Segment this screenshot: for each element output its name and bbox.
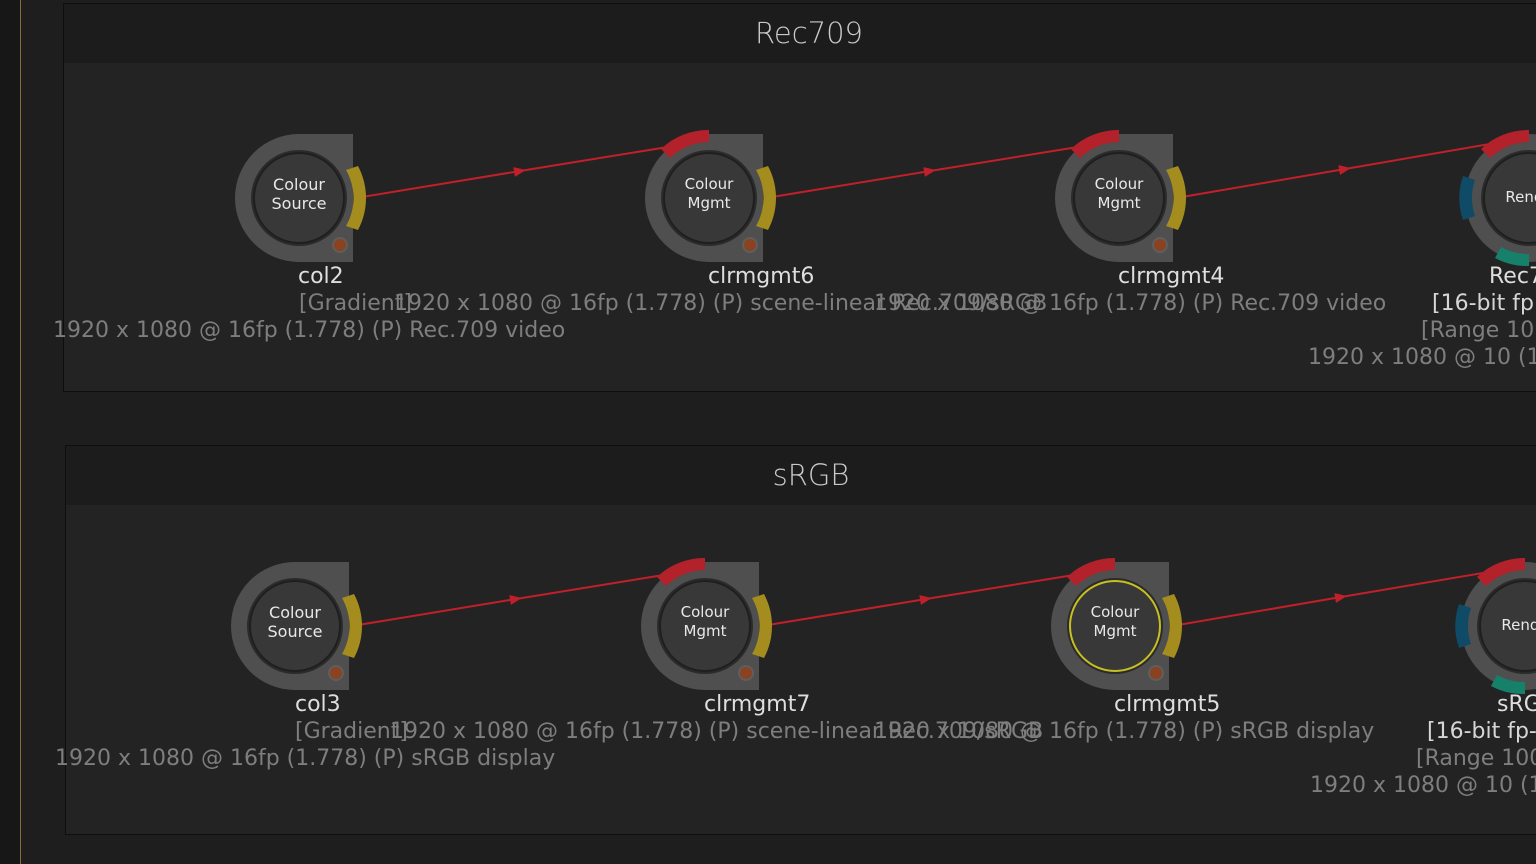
wire-col3-clrmgmt7[interactable] (357, 572, 677, 626)
node-render[interactable]: Rende (1455, 557, 1536, 695)
node-info-line: 1920 x 1080 @ 16fp (1.778) (P) Rec.709 v… (53, 318, 566, 343)
node-type-label: Colour Mgmt (1094, 175, 1144, 212)
node-info-line: [16-bit fp (1432, 291, 1534, 316)
node-status-dot (1152, 237, 1168, 253)
node-status-dot (742, 237, 758, 253)
node-type-label: Rende (1501, 616, 1536, 634)
node-name[interactable]: sRG (1497, 692, 1536, 717)
node-info-line: [Range 100 (1416, 746, 1536, 771)
node-type-label: Colour Mgmt (1090, 603, 1140, 640)
node-info-line: 1920 x 1080 @ 16fp (1.778) (P) sRGB disp… (874, 719, 1375, 744)
node-name[interactable]: col3 (295, 692, 341, 717)
node-name[interactable]: clrmgmt5 (1114, 692, 1220, 717)
node-status-dot (738, 665, 754, 681)
node-info-line: 1920 x 1080 @ 10 (1 (1310, 773, 1536, 798)
node-colour-mgmt-selected[interactable]: Colour Mgmt (1051, 557, 1182, 690)
node-status-dot (1148, 665, 1164, 681)
wire-col2-clrmgmt6[interactable] (361, 144, 681, 198)
node-colour-mgmt[interactable]: Colour Mgmt (645, 129, 776, 262)
node-name[interactable]: clrmgmt7 (704, 692, 810, 717)
node-info-line: 1920 x 1080 @ 16fp (1.778) (P) Rec.709 v… (874, 291, 1387, 316)
node-info-line: [16-bit fp- (1427, 719, 1536, 744)
node-info-line: [Range 10 (1421, 318, 1535, 343)
node-type-label: Colour Source (271, 175, 327, 213)
node-name[interactable]: clrmgmt6 (708, 264, 814, 289)
node-info-line: 1920 x 1080 @ 10 (1 (1308, 345, 1536, 370)
node-type-label: Rende (1505, 188, 1536, 206)
node-status-dot (332, 237, 348, 253)
node-type-label: Colour Mgmt (684, 175, 734, 212)
node-colour-mgmt[interactable]: Colour Mgmt (641, 557, 772, 690)
node-colour-source[interactable]: Colour Source (235, 134, 366, 262)
node-info-line: 1920 x 1080 @ 16fp (1.778) (P) sRGB disp… (55, 746, 556, 771)
node-status-dot (328, 665, 344, 681)
wire-clrmgmt7-clrmgmt5[interactable] (767, 572, 1087, 626)
node-colour-source[interactable]: Colour Source (231, 562, 362, 690)
node-type-label: Colour Source (267, 603, 323, 641)
wire-clrmgmt6-clrmgmt4[interactable] (771, 144, 1091, 198)
node-name[interactable]: col2 (298, 264, 344, 289)
node-colour-mgmt[interactable]: Colour Mgmt (1055, 129, 1186, 262)
node-type-label: Colour Mgmt (680, 603, 730, 640)
node-name[interactable]: clrmgmt4 (1118, 264, 1224, 289)
node-name[interactable]: Rec7 (1489, 264, 1536, 289)
node-render[interactable]: Rende (1459, 129, 1536, 267)
